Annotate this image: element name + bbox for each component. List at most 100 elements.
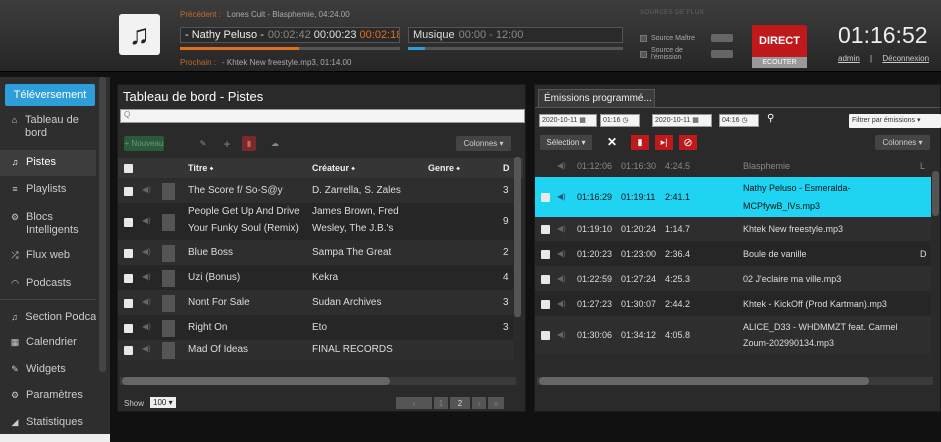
row-checkbox[interactable] [541, 299, 550, 309]
schedule-vscroll[interactable] [932, 171, 939, 216]
pager-prev[interactable]: ‹ [396, 397, 432, 409]
table-row[interactable]: ◀) Nont For Sale Sudan Archives 3 [118, 290, 513, 315]
sidebar-item-playlists[interactable]: ≡ Playlists [0, 183, 96, 196]
col-creator[interactable]: Créateur ⬩ [312, 163, 355, 174]
cancel-show-icon[interactable]: ⊘ [679, 135, 697, 150]
speaker-icon[interactable]: ◀) [557, 224, 566, 233]
col-title[interactable]: Titre ⬩ [188, 163, 213, 174]
upload-button[interactable]: Téléversement [5, 84, 95, 106]
select-all-checkbox[interactable] [124, 164, 133, 173]
speaker-icon[interactable]: ◀) [557, 161, 566, 170]
tracks-search-input[interactable]: Q [120, 109, 525, 123]
user-link[interactable]: admin [838, 54, 860, 63]
speaker-icon[interactable]: ◀) [142, 216, 151, 225]
source-master-toggle[interactable] [711, 34, 733, 42]
sidebar-item-dashboard[interactable]: ⌂ Tableau de bord [0, 114, 96, 148]
table-row[interactable]: ◀) Mad Of Ideas FINAL RECORDS [118, 340, 513, 360]
pager-page-2[interactable]: 2 [450, 397, 470, 409]
duration: 4:24.5 [665, 161, 691, 171]
speaker-icon[interactable]: ◀) [557, 274, 566, 283]
time-from-input[interactable]: 01:16 ◷ [600, 114, 640, 127]
schedule-row[interactable]: ◀) 01:27:23 01:30:07 2:44.2 Khtek - KickOff … [535, 291, 931, 316]
row-checkbox[interactable] [541, 274, 550, 284]
selection-dropdown[interactable]: Sélection ▾ [540, 135, 592, 150]
search-icon[interactable]: ⚲ [767, 113, 774, 124]
col-d[interactable]: D [503, 163, 510, 173]
speaker-icon[interactable]: ◀) [142, 272, 151, 281]
date-to-input[interactable]: 2020-10-11 ▦ [652, 114, 712, 127]
schedule-row[interactable]: ◀) 01:20:23 01:23:00 2:36.4 Boule de vanille… [535, 241, 931, 266]
sidebar-scrollbar[interactable] [99, 77, 106, 372]
schedule-row[interactable]: ◀) 01:19:10 01:20:24 1:14.7 Khtek New freest… [535, 217, 931, 241]
schedule-row[interactable]: ◀) 01:22:59 01:27:24 4:25.3 02 J'eclaire ma … [535, 266, 931, 291]
sidebar-item-tracks[interactable]: ♫ Pistes [0, 150, 96, 176]
row-checkbox[interactable] [124, 323, 133, 333]
speaker-icon[interactable]: ◀) [142, 322, 151, 331]
logout-link[interactable]: Déconnexion [882, 54, 929, 63]
edit-icon[interactable]: ✎ [196, 136, 210, 151]
delete-icon[interactable]: ▮ [242, 136, 256, 151]
table-row[interactable]: ◀) The Score f/ So-S@y D. Zarrella, S. Zal… [118, 179, 513, 203]
table-row[interactable]: ◀) People Get Up And Drive Your Funky Soul… [118, 203, 513, 240]
col-genre[interactable]: Genre ⬩ [428, 163, 460, 174]
row-checkbox[interactable] [124, 273, 133, 283]
row-checkbox[interactable] [124, 187, 133, 196]
upload-cloud-icon[interactable]: ☁ [268, 136, 282, 151]
direct-button[interactable]: DIRECT [752, 25, 807, 57]
sidebar-item-smart-blocks[interactable]: ⚙ Blocs Intelligents [0, 211, 96, 237]
row-checkbox[interactable] [541, 249, 550, 259]
delete-icon[interactable]: ▮ [631, 135, 649, 150]
speaker-icon[interactable]: ◀) [142, 344, 151, 353]
speaker-icon[interactable]: ◀) [557, 192, 566, 201]
schedule-row[interactable]: ◀) 01:12:06 01:16:30 4:24.5 Blasphemie L [535, 155, 931, 177]
schedule-hscroll[interactable] [539, 377, 869, 385]
table-row[interactable]: ◀) Right On Eto 3 [118, 315, 513, 340]
tracks-columns-button[interactable]: Colonnes ▾ [456, 136, 511, 151]
pager-page-1[interactable]: 1 [434, 397, 448, 409]
speaker-icon[interactable]: ◀) [142, 247, 151, 256]
sidebar-item-calendar[interactable]: ▦ Calendrier [0, 336, 96, 349]
row-checkbox[interactable] [541, 193, 550, 202]
speaker-icon[interactable]: ◀) [557, 299, 566, 308]
source-show-checkbox[interactable] [640, 50, 647, 58]
tab-scheduled-shows[interactable]: Émissions programmé... [538, 89, 655, 107]
sidebar-item-widgets[interactable]: ✎ Widgets [0, 363, 96, 376]
tracks-vscroll[interactable] [514, 157, 521, 317]
source-master-checkbox[interactable] [640, 34, 647, 42]
schedule-row[interactable]: ◀) 01:16:29 01:19:11 2:41.1 Nathy Peluso - E… [535, 177, 931, 217]
table-row[interactable]: ◀) Uzi (Bonus) Kekra 4 [118, 265, 513, 290]
show-filter-select[interactable]: Filtrer par émissions ▾ [849, 114, 941, 128]
item-extra: L [920, 161, 926, 171]
sidebar-item-settings[interactable]: ⚙ Paramètres [0, 389, 96, 402]
tracks-hscroll[interactable] [122, 377, 390, 385]
row-checkbox[interactable] [124, 346, 133, 355]
sidebar-item-statistics[interactable]: ◢ Statistiques [0, 416, 96, 429]
speaker-icon[interactable]: ◀) [142, 185, 151, 194]
new-track-button[interactable]: + Nouveau [124, 136, 164, 151]
add-icon[interactable]: + [220, 136, 234, 151]
date-from-input[interactable]: 2020-10-11 ▦ [539, 114, 597, 127]
source-show-toggle[interactable] [711, 50, 733, 58]
speaker-icon[interactable]: ◀) [142, 297, 151, 306]
pager-last[interactable]: » [488, 397, 504, 409]
show-select[interactable]: 100 ▾ [150, 397, 176, 408]
row-checkbox[interactable] [541, 225, 550, 234]
row-checkbox[interactable] [124, 298, 133, 308]
row-checkbox[interactable] [541, 331, 550, 340]
sidebar-item-podcast-section[interactable]: ♫ Section Podca [0, 311, 96, 324]
track-extra: 4 [503, 271, 509, 283]
skip-icon[interactable]: ▸| [655, 135, 673, 150]
speaker-icon[interactable]: ◀) [557, 330, 566, 339]
sidebar-item-webstreams[interactable]: ⤮ Flux web [0, 249, 96, 262]
time-to-input[interactable]: 04:16 ◷ [719, 114, 759, 127]
schedule-row[interactable]: ◀) 01:30:06 01:34:12 4:05.8 ALICE_D33 - WHDM… [535, 316, 931, 354]
sidebar-item-podcasts[interactable]: ◠ Podcasts [0, 277, 96, 290]
listen-button[interactable]: ECOUTER [752, 57, 807, 68]
table-row[interactable]: ◀) Blue Boss Sampa The Great 2 [118, 240, 513, 265]
row-checkbox[interactable] [124, 248, 133, 258]
schedule-columns-button[interactable]: Colonnes ▾ [875, 135, 930, 150]
row-checkbox[interactable] [124, 217, 133, 227]
pager-next[interactable]: › [472, 397, 486, 409]
close-icon[interactable]: ✕ [607, 135, 617, 149]
speaker-icon[interactable]: ◀) [557, 249, 566, 258]
